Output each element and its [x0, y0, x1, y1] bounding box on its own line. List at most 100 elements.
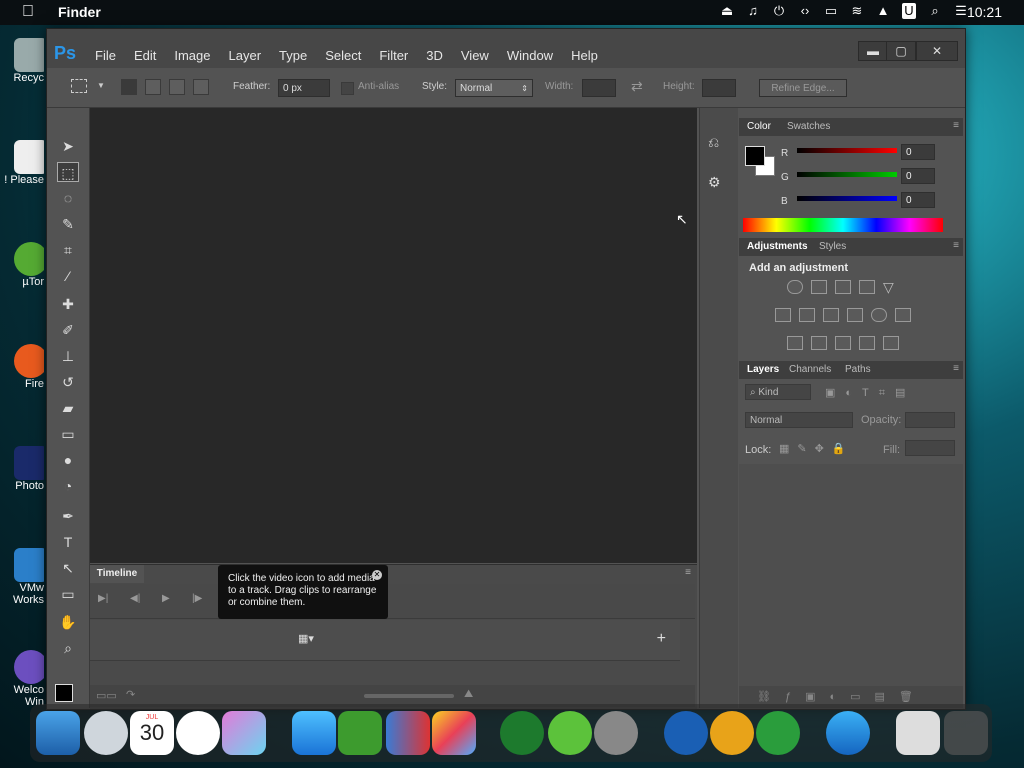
zoom-in-mountain-icon[interactable]: ⛰	[464, 688, 473, 701]
desktop-item-photoshop[interactable]: Photo	[0, 446, 44, 492]
desktop-item-vmware[interactable]: VMw Works	[0, 548, 44, 606]
hue-saturation-icon[interactable]	[775, 308, 791, 322]
marquee-tool-icon[interactable]: ⬚	[57, 162, 79, 182]
properties-panel-icon[interactable]: ⚙	[708, 174, 728, 194]
desktop-item-please[interactable]: ! Please	[0, 140, 44, 186]
chevron-down-icon[interactable]: ▼	[97, 81, 105, 90]
calendar-icon[interactable]: JUL 30	[130, 711, 174, 755]
code-icon[interactable]: ‹›	[798, 3, 812, 19]
swap-arrows-icon[interactable]: ⇄	[631, 78, 643, 95]
zoom-slider[interactable]	[364, 694, 454, 698]
intersect-selection-button[interactable]	[193, 79, 209, 95]
red-slider[interactable]	[797, 148, 897, 153]
trash-icon[interactable]	[944, 711, 988, 755]
feather-input[interactable]: 0 px	[278, 79, 330, 97]
panel-menu-icon[interactable]: ≡	[953, 240, 959, 251]
wifi-off-icon[interactable]: ≋	[850, 3, 864, 19]
panel-menu-icon[interactable]: ≡	[685, 567, 691, 578]
launchpad-icon[interactable]	[84, 711, 128, 755]
refine-edge-button[interactable]: Refine Edge...	[759, 79, 847, 97]
preview-window-icon[interactable]	[896, 711, 940, 755]
threshold-icon[interactable]	[835, 336, 851, 350]
power-icon[interactable]: ⏻	[772, 3, 786, 19]
desktop-item-welcome[interactable]: Welco Win	[0, 650, 44, 708]
menu-image[interactable]: Image	[174, 48, 210, 63]
healing-brush-icon[interactable]: ✚	[57, 294, 79, 314]
upload-icon[interactable]: ⏏	[720, 3, 734, 19]
posterize-icon[interactable]	[811, 336, 827, 350]
pen-tool-icon[interactable]: ✒	[57, 506, 79, 526]
first-frame-icon[interactable]: ▶|	[98, 593, 108, 604]
internet-explorer-icon[interactable]	[826, 711, 870, 755]
video-track[interactable]: ▦▾ +	[90, 620, 680, 661]
apple-icon[interactable]: 	[22, 3, 34, 21]
menu-file[interactable]: File	[95, 48, 116, 63]
type-tool-icon[interactable]: T	[57, 532, 79, 552]
add-track-button[interactable]: +	[657, 630, 666, 648]
dodge-tool-icon[interactable]: ◔	[57, 476, 79, 496]
finder-icon[interactable]	[36, 711, 80, 755]
tab-timeline[interactable]: Timeline	[90, 565, 144, 583]
menu-help[interactable]: Help	[571, 48, 598, 63]
headphones-icon[interactable]: ♫	[746, 3, 760, 19]
drops-icon[interactable]	[756, 711, 800, 755]
photos-icon[interactable]	[432, 711, 476, 755]
tab-swatches[interactable]: Swatches	[787, 121, 830, 132]
downloads-icon[interactable]	[710, 711, 754, 755]
display-icon[interactable]: ▭	[824, 3, 838, 19]
menu-select[interactable]: Select	[325, 48, 361, 63]
color-lookup-icon[interactable]	[895, 308, 911, 322]
gradient-tool-icon[interactable]: ▭	[57, 424, 79, 444]
history-brush-icon[interactable]: ↺	[57, 372, 79, 392]
subtract-selection-button[interactable]	[169, 79, 185, 95]
photo-filter-icon[interactable]	[847, 308, 863, 322]
next-frame-icon[interactable]: |▶	[192, 593, 202, 604]
panel-menu-icon[interactable]: ≡	[953, 120, 959, 131]
clock[interactable]: 10:21	[967, 4, 1002, 20]
control-center-icon[interactable]: ☰	[954, 3, 968, 19]
eject-icon[interactable]: ▲	[876, 3, 890, 19]
brightness-icon[interactable]	[787, 280, 803, 294]
utorrent-icon[interactable]	[338, 711, 382, 755]
antialias-checkbox[interactable]	[341, 82, 354, 95]
tools-icon[interactable]	[594, 711, 638, 755]
blur-tool-icon[interactable]: ●	[57, 450, 79, 470]
eraser-tool-icon[interactable]: ▰	[57, 398, 79, 418]
path-select-tool-icon[interactable]: ↖	[57, 558, 79, 578]
safari-icon[interactable]	[292, 711, 336, 755]
exposure-icon[interactable]	[859, 280, 875, 294]
levels-icon[interactable]	[811, 280, 827, 294]
menu-filter[interactable]: Filter	[379, 48, 408, 63]
color-balance-icon[interactable]	[799, 308, 815, 322]
close-tooltip-icon[interactable]: ✕	[372, 570, 382, 580]
channel-mixer-icon[interactable]	[871, 308, 887, 322]
video-track-icon[interactable]: ▦▾	[298, 632, 314, 645]
active-app-name[interactable]: Finder	[58, 4, 101, 20]
link-icon[interactable]	[548, 711, 592, 755]
blue-value-input[interactable]: 0	[901, 192, 935, 208]
brush-tool-icon[interactable]: ✐	[57, 320, 79, 340]
menu-window[interactable]: Window	[507, 48, 553, 63]
menu-type[interactable]: Type	[279, 48, 307, 63]
style-select[interactable]: Normal ⇕	[455, 79, 533, 97]
red-value-input[interactable]: 0	[901, 144, 935, 160]
lasso-tool-icon[interactable]: ◌	[57, 188, 79, 208]
opacity-input[interactable]	[905, 412, 955, 428]
desktop-item-recycle[interactable]: Recyc	[0, 38, 44, 84]
search-icon[interactable]: ⌕	[928, 3, 942, 19]
tab-channels[interactable]: Channels	[789, 364, 831, 375]
document-canvas[interactable]: ↖	[90, 108, 697, 563]
foreground-color-swatch[interactable]	[55, 684, 73, 702]
minimize-button[interactable]: ▬	[858, 41, 888, 61]
clock-icon[interactable]	[176, 711, 220, 755]
close-button[interactable]: ✕	[916, 41, 958, 61]
quick-select-tool-icon[interactable]: ✎	[57, 214, 79, 234]
collabsysos-icon[interactable]	[500, 711, 544, 755]
crop-tool-icon[interactable]: ⌗	[57, 240, 79, 260]
tab-layers[interactable]: Layers	[747, 364, 779, 375]
lock-icons[interactable]: ▦✎✥🔒	[779, 442, 854, 455]
frame-icon[interactable]: ▭▭	[96, 689, 117, 702]
maximize-button[interactable]: ▢	[886, 41, 916, 61]
curves-icon[interactable]	[835, 280, 851, 294]
tab-color[interactable]: Color	[747, 121, 771, 132]
